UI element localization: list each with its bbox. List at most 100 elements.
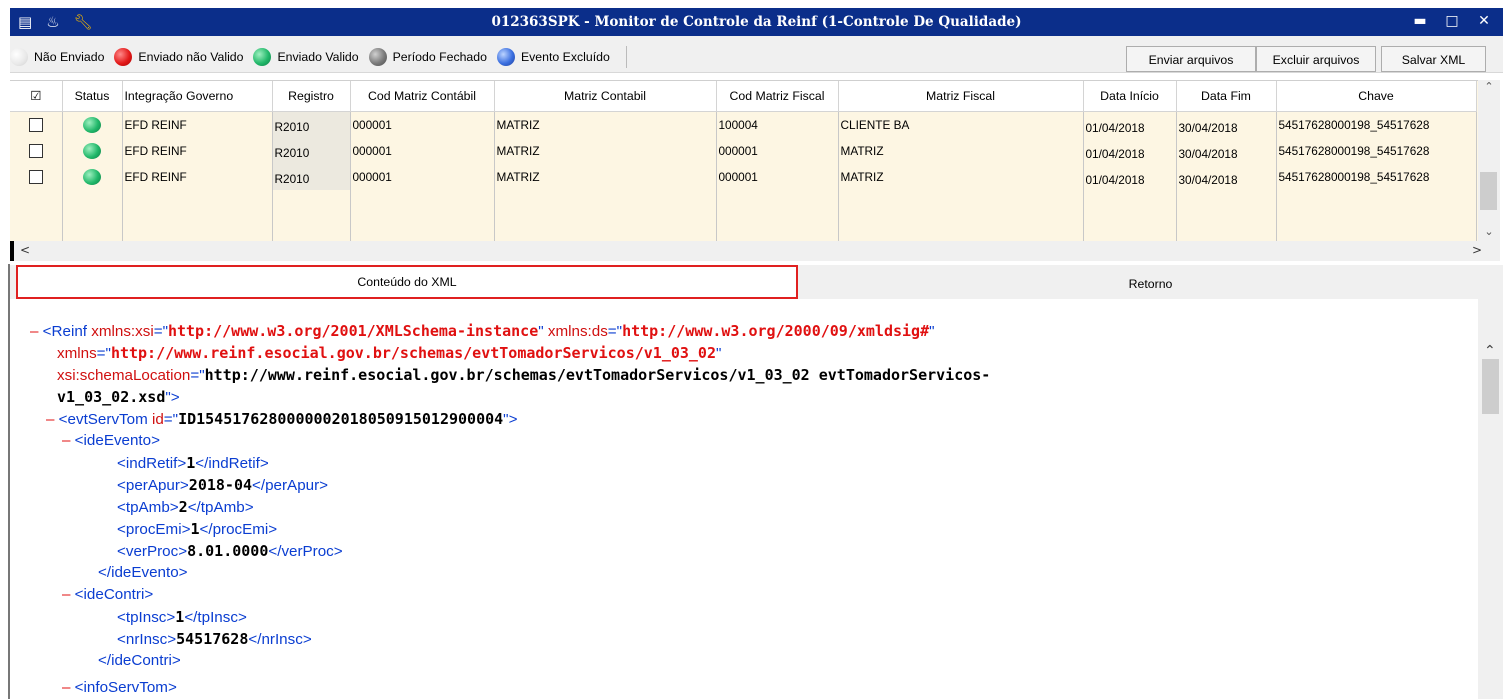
maximize-icon[interactable]: □ (1441, 12, 1463, 30)
tab-conteudo-xml[interactable]: Conteúdo do XML (16, 265, 798, 299)
legend-label: Enviado não Valido (138, 50, 244, 64)
collapse-toggle[interactable]: – (46, 411, 59, 428)
row-checkbox-cell (10, 164, 63, 190)
green-circle-icon (83, 169, 101, 185)
matriz-fiscal-cell: MATRIZ (838, 164, 1084, 190)
window-controls: ▬ □ ✕ (1409, 12, 1495, 30)
legend-enviado-valido: Enviado Valido (253, 48, 359, 66)
table-row[interactable]: EFD REINF R2010 000001 MATRIZ 000001 MAT… (10, 164, 1477, 190)
scrollbar-thumb[interactable] (1480, 172, 1497, 210)
chave-cell: 54517628000198_54517628 (1276, 138, 1477, 164)
data-fim-cell: 30/04/2018 (1176, 164, 1277, 190)
legend-label: Período Fechado (392, 50, 487, 64)
row-checkbox-cell (10, 111, 63, 138)
events-table: ☑ Status Integração Governo Registro Cod… (10, 81, 1477, 242)
xml-line-evt: – <evtServTom id="ID15451762800000020180… (46, 410, 518, 428)
green-circle-icon (253, 48, 272, 66)
chave-cell: 54517628000198_54517628 (1276, 164, 1477, 190)
window-title: 012363SPK - Monitor de Controle da Reinf… (491, 14, 1022, 30)
row-checkbox[interactable] (28, 170, 43, 185)
scrollbar-edge (10, 241, 14, 261)
delete-files-button[interactable]: Excluir arquivos (1256, 46, 1376, 72)
row-checkbox[interactable] (28, 144, 43, 159)
column-header-data-fim[interactable]: Data Fim (1176, 81, 1277, 112)
row-checkbox[interactable] (28, 118, 43, 133)
column-header-chave[interactable]: Chave (1276, 81, 1477, 112)
data-inicio-cell: 01/04/2018 (1083, 164, 1177, 190)
column-header-matriz-contabil[interactable]: Matriz Contabil (494, 81, 717, 112)
collapse-toggle[interactable]: – (30, 323, 43, 340)
scroll-up-arrow-icon[interactable]: ⌃ (1484, 343, 1496, 359)
tab-bar: Conteúdo do XML Retorno (10, 265, 1503, 300)
row-checkbox-cell (10, 138, 63, 164)
column-header-cod-matriz-contabil[interactable]: Cod Matriz Contábil (350, 81, 495, 112)
minimize-icon[interactable]: ▬ (1409, 12, 1431, 30)
chave-cell: 54517628000198_54517628 (1276, 111, 1477, 138)
column-header-cod-matriz-fiscal[interactable]: Cod Matriz Fiscal (716, 81, 839, 112)
legend-label: Enviado Valido (277, 50, 359, 64)
toolbar: Não Enviado Enviado não Valido Enviado V… (10, 36, 1503, 73)
table-row[interactable]: EFD REINF R2010 000001 MATRIZ 000001 MAT… (10, 138, 1477, 164)
collapse-toggle[interactable]: – (62, 679, 75, 696)
scroll-right-arrow-icon[interactable]: > (1472, 243, 1482, 257)
xml-line-schema: xsi:schemaLocation="http://www.reinf.eso… (57, 366, 991, 384)
blue-circle-icon (496, 48, 515, 66)
title-bar-icons: ▤ ♨ 🔧︎ (10, 12, 218, 32)
column-header-status[interactable]: Status (62, 81, 123, 112)
data-fim-cell: 30/04/2018 (1176, 111, 1277, 138)
column-header-registro[interactable]: Registro (272, 81, 351, 112)
collapse-toggle[interactable]: – (62, 432, 75, 449)
data-fim-cell: 30/04/2018 (1176, 138, 1277, 164)
xml-line-tpamb: <tpAmb>2</tpAmb> (117, 498, 254, 516)
column-header-data-inicio[interactable]: Data Início (1083, 81, 1177, 112)
grid-horizontal-scrollbar[interactable]: < > (10, 241, 1500, 261)
xml-line-idecontri: – <ideContri> (62, 586, 154, 603)
legend-enviado-nao-valido: Enviado não Valido (114, 48, 243, 66)
matriz-contabil-cell: MATRIZ (494, 164, 717, 190)
wrench-icon[interactable]: 🔧︎ (74, 12, 93, 32)
column-header-matriz-fiscal[interactable]: Matriz Fiscal (838, 81, 1084, 112)
column-header-select[interactable]: ☑ (10, 81, 63, 112)
cod-fiscal-cell: 000001 (716, 164, 839, 190)
status-cell (62, 138, 123, 164)
list-icon[interactable]: ▤ (18, 12, 32, 32)
xml-line-root: – <Reinf xmlns:xsi="http://www.w3.org/20… (30, 322, 935, 340)
cod-fiscal-cell: 100004 (716, 111, 839, 138)
xml-line-ideevento: – <ideEvento> (62, 432, 160, 449)
xml-vertical-scrollbar[interactable]: ⌃ (1478, 299, 1503, 699)
scroll-down-arrow-icon[interactable]: ⌄ (1478, 225, 1500, 241)
white-circle-icon (10, 48, 28, 66)
close-icon[interactable]: ✕ (1473, 12, 1495, 30)
tab-retorno[interactable]: Retorno (798, 265, 1503, 299)
xml-line-verproc: <verProc>8.01.0000</verProc> (117, 542, 343, 560)
legend-evento-excluido: Evento Excluído (496, 48, 610, 66)
legend-periodo-fechado: Período Fechado (368, 48, 487, 66)
cod-contabil-cell: 000001 (350, 111, 495, 138)
send-files-button[interactable]: Enviar arquivos (1126, 46, 1256, 72)
collapse-toggle[interactable]: – (62, 586, 75, 603)
integracao-cell: EFD REINF (122, 111, 273, 138)
xml-line-perapur: <perApur>2018-04</perApur> (117, 476, 329, 494)
window-frame-top (0, 0, 1503, 8)
xml-line-schema-cont: v1_03_02.xsd"> (57, 388, 180, 406)
scroll-up-arrow-icon[interactable]: ⌃ (1478, 80, 1500, 96)
cod-contabil-cell: 000001 (350, 164, 495, 190)
save-xml-button[interactable]: Salvar XML (1381, 46, 1486, 72)
registro-cell: R2010 (272, 111, 351, 138)
xml-line-nrinsc: <nrInsc>54517628</nrInsc> (117, 630, 312, 648)
scroll-left-arrow-icon[interactable]: < (20, 243, 30, 257)
column-header-integracao[interactable]: Integração Governo (122, 81, 273, 112)
xml-viewer: – <Reinf xmlns:xsi="http://www.w3.org/20… (10, 299, 1478, 699)
traffic-light-icon[interactable]: ♨ (46, 12, 59, 32)
green-circle-icon (83, 143, 101, 159)
events-grid: ☑ Status Integração Governo Registro Cod… (10, 80, 1478, 242)
xml-line-indretif: <indRetif>1</indRetif> (117, 454, 269, 472)
xml-line-idecontri-close: </ideContri> (98, 652, 181, 669)
table-row[interactable]: EFD REINF R2010 000001 MATRIZ 100004 CLI… (10, 111, 1477, 138)
registro-cell: R2010 (272, 164, 351, 190)
scrollbar-thumb[interactable] (1482, 359, 1499, 414)
status-cell (62, 164, 123, 190)
integracao-cell: EFD REINF (122, 164, 273, 190)
xml-line-ideevento-close: </ideEvento> (98, 564, 188, 581)
grid-vertical-scrollbar[interactable]: ⌃ ⌄ (1478, 80, 1500, 241)
